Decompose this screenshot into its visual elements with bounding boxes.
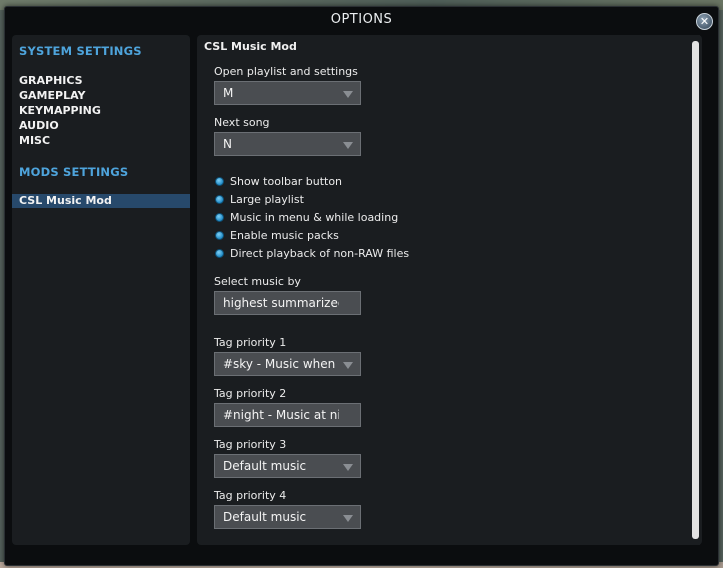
mod-settings-panel: CSL Music Mod Open playlist and settings… (197, 35, 702, 545)
checked-dot-icon (215, 249, 224, 258)
tag-priority-2-label: Tag priority 2 (214, 387, 287, 400)
window-title: OPTIONS (330, 12, 393, 27)
sidebar-item-keymapping[interactable]: KEYMAPPING (19, 104, 101, 117)
select-music-label: Select music by (214, 275, 301, 288)
open-playlist-dropdown[interactable]: M (214, 81, 361, 105)
checked-dot-icon (215, 195, 224, 204)
sidebar-item-gameplay[interactable]: GAMEPLAY (19, 89, 86, 102)
checkbox-label: Large playlist (230, 193, 304, 206)
tag-priority-1-dropdown[interactable]: #sky - Music when (214, 352, 361, 376)
next-song-dropdown[interactable]: N (214, 132, 361, 156)
mods-settings-heading: MODS SETTINGS (19, 165, 129, 179)
chevron-down-icon (343, 515, 353, 522)
system-settings-heading: SYSTEM SETTINGS (19, 44, 142, 58)
open-playlist-value: M (223, 86, 234, 100)
checkbox-label: Show toolbar button (230, 175, 343, 188)
checked-dot-icon (215, 213, 224, 222)
scrollbar-thumb[interactable] (692, 41, 699, 539)
tag-priority-2-value: #night - Music at night (223, 408, 339, 422)
title-bar: OPTIONS ✕ (5, 7, 718, 33)
chevron-down-icon (343, 142, 353, 149)
sidebar-item-audio[interactable]: AUDIO (19, 119, 59, 132)
checkbox-label: Enable music packs (230, 229, 339, 242)
panel-title: CSL Music Mod (204, 40, 297, 53)
open-playlist-label: Open playlist and settings (214, 65, 358, 78)
checkbox-label: Direct playback of non-RAW files (230, 247, 410, 260)
tag-priority-4-label: Tag priority 4 (214, 489, 287, 502)
close-icon: ✕ (699, 15, 710, 28)
tag-priority-2-dropdown[interactable]: #night - Music at night (214, 403, 361, 427)
chevron-down-icon (343, 362, 353, 369)
sidebar-item-graphics[interactable]: GRAPHICS (19, 74, 83, 87)
tag-priority-3-dropdown[interactable]: Default music (214, 454, 361, 478)
chevron-down-icon (343, 91, 353, 98)
tag-priority-4-dropdown[interactable]: Default music (214, 505, 361, 529)
settings-sidebar: SYSTEM SETTINGS GRAPHICS GAMEPLAY KEYMAP… (12, 35, 190, 545)
checked-dot-icon (215, 177, 224, 186)
chevron-down-icon (343, 464, 353, 471)
next-song-value: N (223, 137, 232, 151)
close-button[interactable]: ✕ (696, 13, 713, 30)
sidebar-item-misc[interactable]: MISC (19, 134, 50, 147)
next-song-label: Next song (214, 116, 270, 129)
select-music-value: highest summarized (223, 296, 339, 310)
checkbox-label: Music in menu & while loading (230, 211, 399, 224)
tag-priority-1-label: Tag priority 1 (214, 336, 287, 349)
panel-scrollbar[interactable] (691, 35, 700, 545)
tag-priority-3-value: Default music (223, 459, 307, 473)
tag-priority-1-value: #sky - Music when (223, 357, 336, 371)
select-music-dropdown[interactable]: highest summarized (214, 291, 361, 315)
tag-priority-4-value: Default music (223, 510, 307, 524)
tag-priority-3-label: Tag priority 3 (214, 438, 287, 451)
sidebar-item-csl-music-mod[interactable]: CSL Music Mod (12, 194, 190, 208)
checked-dot-icon (215, 231, 224, 240)
